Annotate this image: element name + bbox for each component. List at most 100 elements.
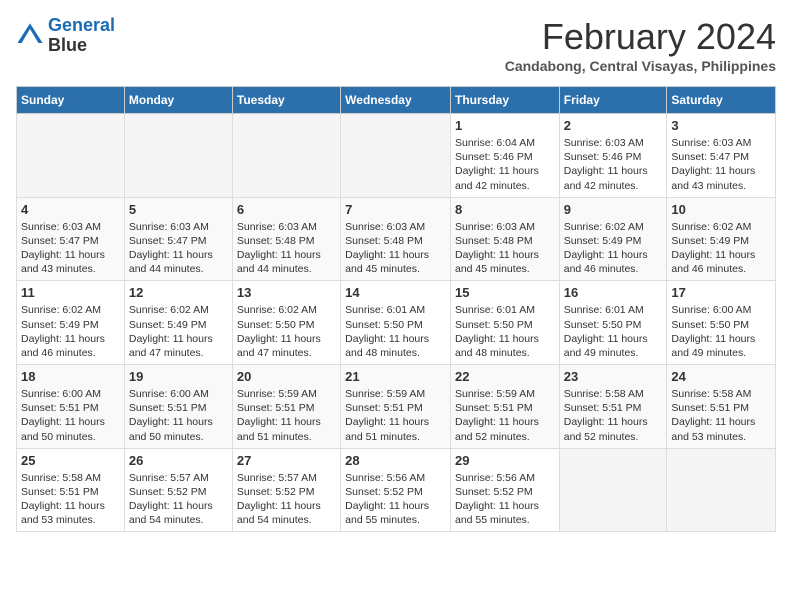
day-detail: Sunrise: 6:01 AMSunset: 5:50 PMDaylight:… (455, 303, 555, 360)
calendar-cell: 24 Sunrise: 5:58 AMSunset: 5:51 PMDayligh… (667, 365, 776, 449)
day-number: 1 (455, 118, 555, 133)
calendar-cell (667, 448, 776, 532)
day-detail: Sunrise: 6:02 AMSunset: 5:49 PMDaylight:… (564, 220, 663, 277)
calendar-cell: 13 Sunrise: 6:02 AMSunset: 5:50 PMDayligh… (232, 281, 340, 365)
calendar-cell: 20Sunrise: 5:59 AMSunset: 5:51 PMDayligh… (232, 365, 340, 449)
calendar-cell (341, 114, 451, 198)
day-number: 24 (671, 369, 771, 384)
calendar-cell: 27Sunrise: 5:57 AMSunset: 5:52 PMDayligh… (232, 448, 340, 532)
day-number: 3 (671, 118, 771, 133)
calendar-cell: 5 Sunrise: 6:03 AMSunset: 5:47 PMDaylight… (124, 197, 232, 281)
day-detail: Sunrise: 5:59 AMSunset: 5:51 PMDaylight:… (345, 387, 446, 444)
day-number: 25 (21, 453, 120, 468)
title-section: February 2024 Candabong, Central Visayas… (505, 16, 776, 74)
day-number: 28 (345, 453, 446, 468)
column-header-friday: Friday (559, 87, 667, 114)
calendar-cell: 12Sunrise: 6:02 AMSunset: 5:49 PMDayligh… (124, 281, 232, 365)
day-detail: Sunrise: 5:58 AMSunset: 5:51 PMDaylight:… (564, 387, 663, 444)
day-detail: Sunrise: 6:03 AMSunset: 5:48 PMDaylight:… (345, 220, 446, 277)
day-detail: Sunrise: 6:04 AMSunset: 5:46 PMDaylight:… (455, 136, 555, 193)
main-title: February 2024 (505, 16, 776, 58)
day-detail: Sunrise: 6:02 AMSunset: 5:49 PMDaylight:… (671, 220, 771, 277)
day-number: 22 (455, 369, 555, 384)
day-number: 13 (237, 285, 336, 300)
day-number: 21 (345, 369, 446, 384)
calendar-cell: 22 Sunrise: 5:59 AMSunset: 5:51 PMDayligh… (450, 365, 559, 449)
calendar-table: SundayMondayTuesdayWednesdayThursdayFrid… (16, 86, 776, 532)
day-detail: Sunrise: 5:57 AMSunset: 5:52 PMDaylight:… (129, 471, 228, 528)
calendar-cell: 28 Sunrise: 5:56 AMSunset: 5:52 PMDayligh… (341, 448, 451, 532)
day-detail: Sunrise: 6:02 AMSunset: 5:49 PMDaylight:… (21, 303, 120, 360)
calendar-week-row: 11 Sunrise: 6:02 AMSunset: 5:49 PMDayligh… (17, 281, 776, 365)
day-detail: Sunrise: 6:02 AMSunset: 5:49 PMDaylight:… (129, 303, 228, 360)
day-detail: Sunrise: 5:56 AMSunset: 5:52 PMDaylight:… (345, 471, 446, 528)
day-number: 6 (237, 202, 336, 217)
day-detail: Sunrise: 6:00 AMSunset: 5:50 PMDaylight:… (671, 303, 771, 360)
column-header-tuesday: Tuesday (232, 87, 340, 114)
day-detail: Sunrise: 5:58 AMSunset: 5:51 PMDaylight:… (671, 387, 771, 444)
calendar-cell: 3 Sunrise: 6:03 AMSunset: 5:47 PMDaylight… (667, 114, 776, 198)
calendar-cell: 23 Sunrise: 5:58 AMSunset: 5:51 PMDayligh… (559, 365, 667, 449)
calendar-week-row: 4 Sunrise: 6:03 AMSunset: 5:47 PMDaylight… (17, 197, 776, 281)
calendar-cell: 17Sunrise: 6:00 AMSunset: 5:50 PMDayligh… (667, 281, 776, 365)
day-detail: Sunrise: 5:57 AMSunset: 5:52 PMDaylight:… (237, 471, 336, 528)
day-detail: Sunrise: 5:56 AMSunset: 5:52 PMDaylight:… (455, 471, 555, 528)
day-number: 18 (21, 369, 120, 384)
day-detail: Sunrise: 5:58 AMSunset: 5:51 PMDaylight:… (21, 471, 120, 528)
column-header-saturday: Saturday (667, 87, 776, 114)
day-number: 9 (564, 202, 663, 217)
calendar-cell (232, 114, 340, 198)
day-detail: Sunrise: 6:01 AMSunset: 5:50 PMDaylight:… (564, 303, 663, 360)
day-number: 15 (455, 285, 555, 300)
calendar-week-row: 1 Sunrise: 6:04 AMSunset: 5:46 PMDaylight… (17, 114, 776, 198)
calendar-cell: 26 Sunrise: 5:57 AMSunset: 5:52 PMDayligh… (124, 448, 232, 532)
calendar-header-row: SundayMondayTuesdayWednesdayThursdayFrid… (17, 87, 776, 114)
day-detail: Sunrise: 6:03 AMSunset: 5:48 PMDaylight:… (237, 220, 336, 277)
calendar-cell: 2 Sunrise: 6:03 AMSunset: 5:46 PMDaylight… (559, 114, 667, 198)
calendar-cell: 16 Sunrise: 6:01 AMSunset: 5:50 PMDayligh… (559, 281, 667, 365)
column-header-sunday: Sunday (17, 87, 125, 114)
calendar-cell: 25 Sunrise: 5:58 AMSunset: 5:51 PMDayligh… (17, 448, 125, 532)
day-detail: Sunrise: 6:00 AMSunset: 5:51 PMDaylight:… (21, 387, 120, 444)
day-detail: Sunrise: 6:03 AMSunset: 5:47 PMDaylight:… (671, 136, 771, 193)
column-header-wednesday: Wednesday (341, 87, 451, 114)
day-number: 10 (671, 202, 771, 217)
day-detail: Sunrise: 6:03 AMSunset: 5:48 PMDaylight:… (455, 220, 555, 277)
day-number: 23 (564, 369, 663, 384)
calendar-cell (124, 114, 232, 198)
day-detail: Sunrise: 6:00 AMSunset: 5:51 PMDaylight:… (129, 387, 228, 444)
day-detail: Sunrise: 6:03 AMSunset: 5:47 PMDaylight:… (21, 220, 120, 277)
day-detail: Sunrise: 5:59 AMSunset: 5:51 PMDaylight:… (455, 387, 555, 444)
day-detail: Sunrise: 6:01 AMSunset: 5:50 PMDaylight:… (345, 303, 446, 360)
day-number: 29 (455, 453, 555, 468)
day-number: 20 (237, 369, 336, 384)
subtitle: Candabong, Central Visayas, Philippines (505, 58, 776, 74)
day-detail: Sunrise: 6:03 AMSunset: 5:46 PMDaylight:… (564, 136, 663, 193)
day-number: 11 (21, 285, 120, 300)
day-number: 7 (345, 202, 446, 217)
calendar-cell (17, 114, 125, 198)
calendar-week-row: 18 Sunrise: 6:00 AMSunset: 5:51 PMDayligh… (17, 365, 776, 449)
calendar-cell: 9 Sunrise: 6:02 AMSunset: 5:49 PMDaylight… (559, 197, 667, 281)
logo-text: General Blue (48, 16, 115, 56)
logo-icon (16, 22, 44, 50)
day-number: 2 (564, 118, 663, 133)
calendar-cell: 18 Sunrise: 6:00 AMSunset: 5:51 PMDayligh… (17, 365, 125, 449)
calendar-cell: 1 Sunrise: 6:04 AMSunset: 5:46 PMDaylight… (450, 114, 559, 198)
calendar-week-row: 25 Sunrise: 5:58 AMSunset: 5:51 PMDayligh… (17, 448, 776, 532)
day-number: 4 (21, 202, 120, 217)
day-detail: Sunrise: 6:02 AMSunset: 5:50 PMDaylight:… (237, 303, 336, 360)
calendar-cell: 15 Sunrise: 6:01 AMSunset: 5:50 PMDayligh… (450, 281, 559, 365)
day-number: 19 (129, 369, 228, 384)
calendar-cell: 29 Sunrise: 5:56 AMSunset: 5:52 PMDayligh… (450, 448, 559, 532)
calendar-cell: 10 Sunrise: 6:02 AMSunset: 5:49 PMDayligh… (667, 197, 776, 281)
day-number: 16 (564, 285, 663, 300)
day-detail: Sunrise: 6:03 AMSunset: 5:47 PMDaylight:… (129, 220, 228, 277)
day-number: 14 (345, 285, 446, 300)
calendar-cell (559, 448, 667, 532)
day-number: 5 (129, 202, 228, 217)
header: General Blue February 2024 Candabong, Ce… (16, 16, 776, 74)
column-header-thursday: Thursday (450, 87, 559, 114)
calendar-cell: 7 Sunrise: 6:03 AMSunset: 5:48 PMDaylight… (341, 197, 451, 281)
day-number: 26 (129, 453, 228, 468)
